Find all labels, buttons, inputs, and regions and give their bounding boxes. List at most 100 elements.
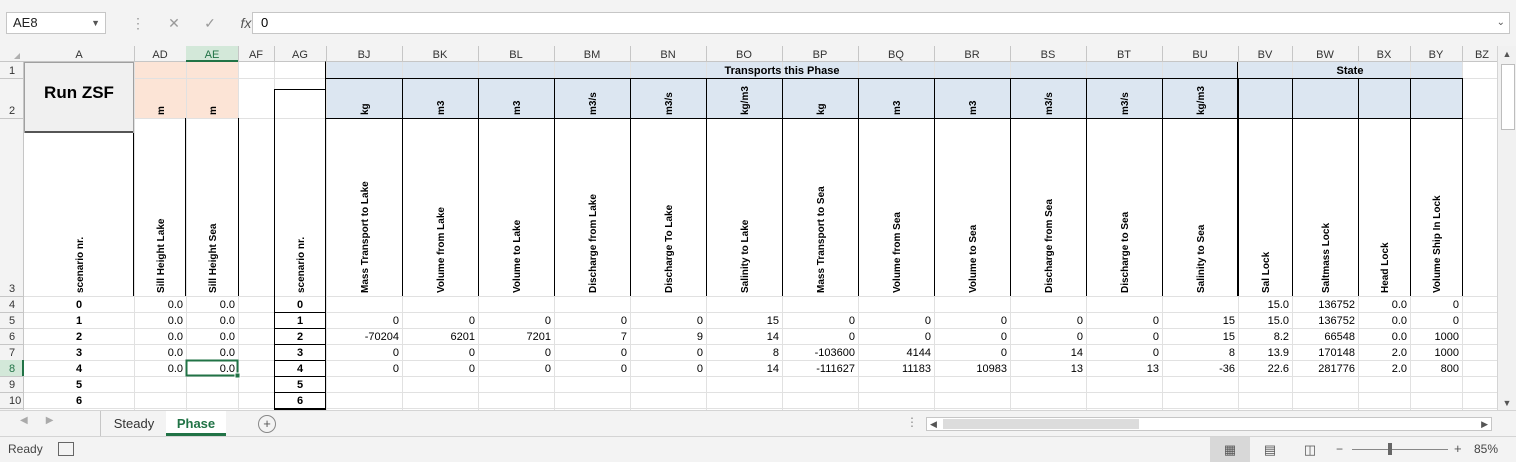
expand-formula-icon[interactable]: ⌄ bbox=[1497, 13, 1505, 33]
chevron-down-icon[interactable]: ▼ bbox=[91, 13, 100, 33]
macro-record-icon[interactable] bbox=[58, 442, 74, 456]
row-header-4[interactable]: 4 bbox=[9, 299, 15, 311]
cell-bq-6[interactable]: 0 bbox=[925, 331, 931, 343]
cell-bx-5[interactable]: 0.0 bbox=[1392, 315, 1407, 327]
row-header-3[interactable]: 3 bbox=[9, 283, 15, 295]
cell-bu-5[interactable]: 15 bbox=[1223, 315, 1235, 327]
cell-bv-6[interactable]: 8.2 bbox=[1274, 331, 1289, 343]
cell-br-8[interactable]: 10983 bbox=[976, 363, 1007, 375]
cell-ad-8[interactable]: 0.0 bbox=[168, 363, 183, 375]
cell-bq-5[interactable]: 0 bbox=[925, 315, 931, 327]
cell-bj-7[interactable]: 0 bbox=[393, 347, 399, 359]
cell-a-10[interactable]: 6 bbox=[76, 395, 82, 407]
column-header-ae[interactable]: AE bbox=[205, 49, 220, 61]
cell-bv-5[interactable]: 15.0 bbox=[1268, 315, 1289, 327]
zoom-out-icon[interactable]: − bbox=[1336, 442, 1343, 456]
column-header-bs[interactable]: BS bbox=[1041, 49, 1056, 61]
cell-bp-7[interactable]: -103600 bbox=[815, 347, 855, 359]
vertical-scroll-thumb[interactable] bbox=[1501, 64, 1515, 130]
plus-icon[interactable]: + bbox=[258, 415, 276, 433]
column-header-bl[interactable]: BL bbox=[509, 49, 522, 61]
zoom-slider[interactable] bbox=[1352, 449, 1448, 450]
cell-br-5[interactable]: 0 bbox=[1001, 315, 1007, 327]
column-header-bj[interactable]: BJ bbox=[358, 49, 371, 61]
cell-bv-8[interactable]: 22.6 bbox=[1268, 363, 1289, 375]
column-header-bx[interactable]: BX bbox=[1377, 49, 1392, 61]
cell-bo-7[interactable]: 8 bbox=[773, 347, 779, 359]
cell-ag-9[interactable]: 5 bbox=[297, 379, 303, 391]
cell-by-4[interactable]: 0 bbox=[1453, 299, 1459, 311]
row-header-5[interactable]: 5 bbox=[9, 315, 15, 327]
cell-bj-8[interactable]: 0 bbox=[393, 363, 399, 375]
cell-bt-5[interactable]: 0 bbox=[1153, 315, 1159, 327]
cell-bs-7[interactable]: 14 bbox=[1071, 347, 1083, 359]
cell-by-8[interactable]: 800 bbox=[1441, 363, 1459, 375]
cell-bq-8[interactable]: 11183 bbox=[902, 363, 931, 375]
cell-bt-8[interactable]: 13 bbox=[1147, 363, 1159, 375]
cell-bs-6[interactable]: 0 bbox=[1077, 331, 1083, 343]
cell-bq-7[interactable]: 4144 bbox=[907, 347, 931, 359]
cell-by-7[interactable]: 1000 bbox=[1435, 347, 1459, 359]
cell-ae-7[interactable]: 0.0 bbox=[220, 347, 235, 359]
cell-bm-5[interactable]: 0 bbox=[621, 315, 627, 327]
cell-bv-7[interactable]: 13.9 bbox=[1268, 347, 1289, 359]
column-header-bp[interactable]: BP bbox=[813, 49, 828, 61]
page-break-icon[interactable]: ◫ bbox=[1290, 437, 1330, 462]
cell-ae-5[interactable]: 0.0 bbox=[220, 315, 235, 327]
row-header-6[interactable]: 6 bbox=[9, 331, 15, 343]
cell-bp-5[interactable]: 0 bbox=[849, 315, 855, 327]
cell-bw-6[interactable]: 66548 bbox=[1324, 331, 1355, 343]
zoom-slider-knob[interactable] bbox=[1388, 443, 1392, 455]
run-zsf-button[interactable]: Run ZSF bbox=[24, 62, 134, 133]
cell-by-5[interactable]: 0 bbox=[1453, 315, 1459, 327]
cell-bn-7[interactable]: 0 bbox=[697, 347, 703, 359]
tab-steady[interactable]: Steady bbox=[100, 411, 168, 436]
column-header-bq[interactable]: BQ bbox=[888, 49, 904, 61]
cell-bk-6[interactable]: 6201 bbox=[451, 331, 475, 343]
normal-view-icon[interactable]: ▦ bbox=[1210, 437, 1250, 462]
cell-by-6[interactable]: 1000 bbox=[1435, 331, 1459, 343]
cell-bx-8[interactable]: 2.0 bbox=[1392, 363, 1407, 375]
row-header-1[interactable]: 1 bbox=[9, 65, 15, 77]
cell-bu-7[interactable]: 8 bbox=[1229, 347, 1235, 359]
column-header-bz[interactable]: BZ bbox=[1475, 49, 1489, 61]
cell-bu-6[interactable]: 15 bbox=[1223, 331, 1235, 343]
column-header-bk[interactable]: BK bbox=[433, 49, 448, 61]
horizontal-scroll-thumb[interactable] bbox=[943, 419, 1139, 429]
cell-bj-5[interactable]: 0 bbox=[393, 315, 399, 327]
cell-ag-8[interactable]: 4 bbox=[297, 363, 304, 375]
column-header-bv[interactable]: BV bbox=[1258, 49, 1273, 61]
formula-input[interactable]: 0 ⌄ bbox=[252, 12, 1510, 34]
row-header-8[interactable]: 8 bbox=[9, 363, 15, 375]
column-header-bo[interactable]: BO bbox=[736, 49, 752, 61]
cell-ae-6[interactable]: 0.0 bbox=[220, 331, 235, 343]
cell-bx-6[interactable]: 0.0 bbox=[1392, 331, 1407, 343]
column-header-by[interactable]: BY bbox=[1429, 49, 1444, 61]
name-box[interactable]: AE8 ▼ bbox=[6, 12, 106, 34]
cell-bj-6[interactable]: -70204 bbox=[365, 331, 399, 343]
cell-a-7[interactable]: 3 bbox=[76, 347, 82, 359]
zoom-level[interactable]: 85% bbox=[1474, 442, 1498, 456]
column-header-ag[interactable]: AG bbox=[292, 49, 308, 61]
horizontal-scrollbar[interactable]: ◀ ▶ bbox=[926, 417, 1492, 431]
column-header-bt[interactable]: BT bbox=[1117, 49, 1131, 61]
cell-bk-5[interactable]: 0 bbox=[469, 315, 475, 327]
column-header-br[interactable]: BR bbox=[964, 49, 979, 61]
cell-bl-7[interactable]: 0 bbox=[545, 347, 551, 359]
worksheet-grid[interactable]: A AD AE AF AG BJ BK BL BM BN BO BP BQ BR BS BT BU BV BW BX B… bbox=[0, 46, 1497, 410]
cell-bx-7[interactable]: 2.0 bbox=[1392, 347, 1407, 359]
cell-ad-5[interactable]: 0.0 bbox=[168, 315, 183, 327]
cell-ag-4[interactable]: 0 bbox=[297, 299, 303, 311]
cell-ag-6[interactable]: 2 bbox=[297, 331, 303, 343]
cell-bx-4[interactable]: 0.0 bbox=[1392, 299, 1407, 311]
column-header-ad[interactable]: AD bbox=[152, 49, 167, 61]
cell-br-6[interactable]: 0 bbox=[1001, 331, 1007, 343]
zoom-in-icon[interactable]: + bbox=[1454, 441, 1462, 456]
tab-phase[interactable]: Phase bbox=[166, 411, 226, 436]
cell-bn-5[interactable]: 0 bbox=[697, 315, 703, 327]
column-header-bn[interactable]: BN bbox=[660, 49, 675, 61]
vertical-scrollbar[interactable]: ▲ ▼ bbox=[1497, 46, 1516, 410]
row-header-7[interactable]: 7 bbox=[9, 347, 15, 359]
cell-a-8[interactable]: 4 bbox=[76, 363, 83, 375]
column-header-a[interactable]: A bbox=[75, 49, 83, 61]
